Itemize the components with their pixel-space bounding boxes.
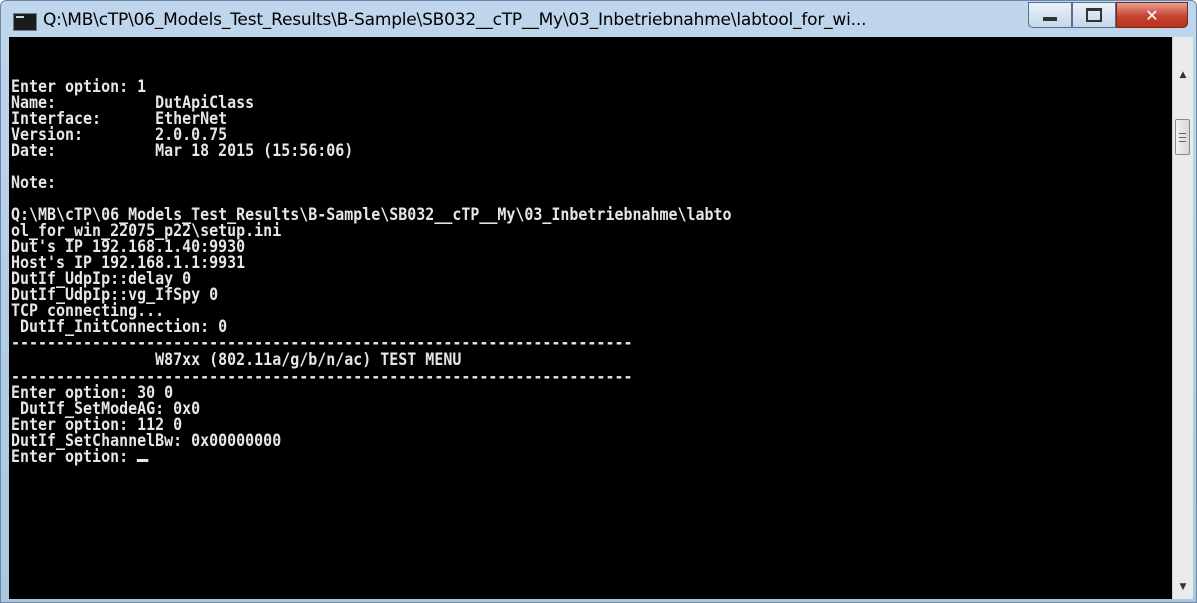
scroll-down-icon[interactable]: ▼ xyxy=(1173,577,1193,597)
scroll-thumb[interactable] xyxy=(1175,119,1190,155)
scroll-up-icon[interactable]: ▲ xyxy=(1173,65,1193,85)
console-line: Date: Mar 18 2015 (15:56:06) xyxy=(11,141,1032,161)
console-window: Q:\MB\cTP\06_Models_Test_Results\B-Sampl… xyxy=(0,0,1197,603)
console-line-text: Date: Mar 18 2015 (15:56:06) xyxy=(11,141,354,161)
grip-icon xyxy=(1179,132,1186,142)
maximize-icon xyxy=(1086,8,1102,22)
window-title: Q:\MB\cTP\06_Models_Test_Results\B-Sampl… xyxy=(43,10,867,30)
minimize-button[interactable] xyxy=(1028,2,1072,28)
console-line: Note: xyxy=(11,173,1032,193)
console-line-text: Enter option: xyxy=(11,447,138,467)
close-button[interactable]: ✕ xyxy=(1116,2,1188,28)
window-controls: ✕ xyxy=(1028,2,1188,30)
title-bar[interactable]: Q:\MB\cTP\06_Models_Test_Results\B-Sampl… xyxy=(1,1,1196,37)
console-line: DutIf_SetChannelBw: 0x00000000 xyxy=(11,433,1032,450)
text-cursor xyxy=(137,459,149,462)
console-app-icon[interactable] xyxy=(13,13,37,31)
console-lines: Enter option: 1 Name: DutApiClass Interfac… xyxy=(11,79,1171,467)
close-icon: ✕ xyxy=(1145,5,1159,25)
console-line-text: Note: xyxy=(11,173,57,193)
maximize-button[interactable] xyxy=(1072,2,1116,28)
minimize-icon xyxy=(1043,17,1057,21)
console-line: ----------------------------------------… xyxy=(11,335,1032,352)
console-line: Enter option: xyxy=(11,447,1032,467)
vertical-scrollbar[interactable]: ▲ ▼ xyxy=(1172,37,1193,599)
console-output[interactable]: Enter option: 1 Name: DutApiClass Interfac… xyxy=(9,37,1172,599)
